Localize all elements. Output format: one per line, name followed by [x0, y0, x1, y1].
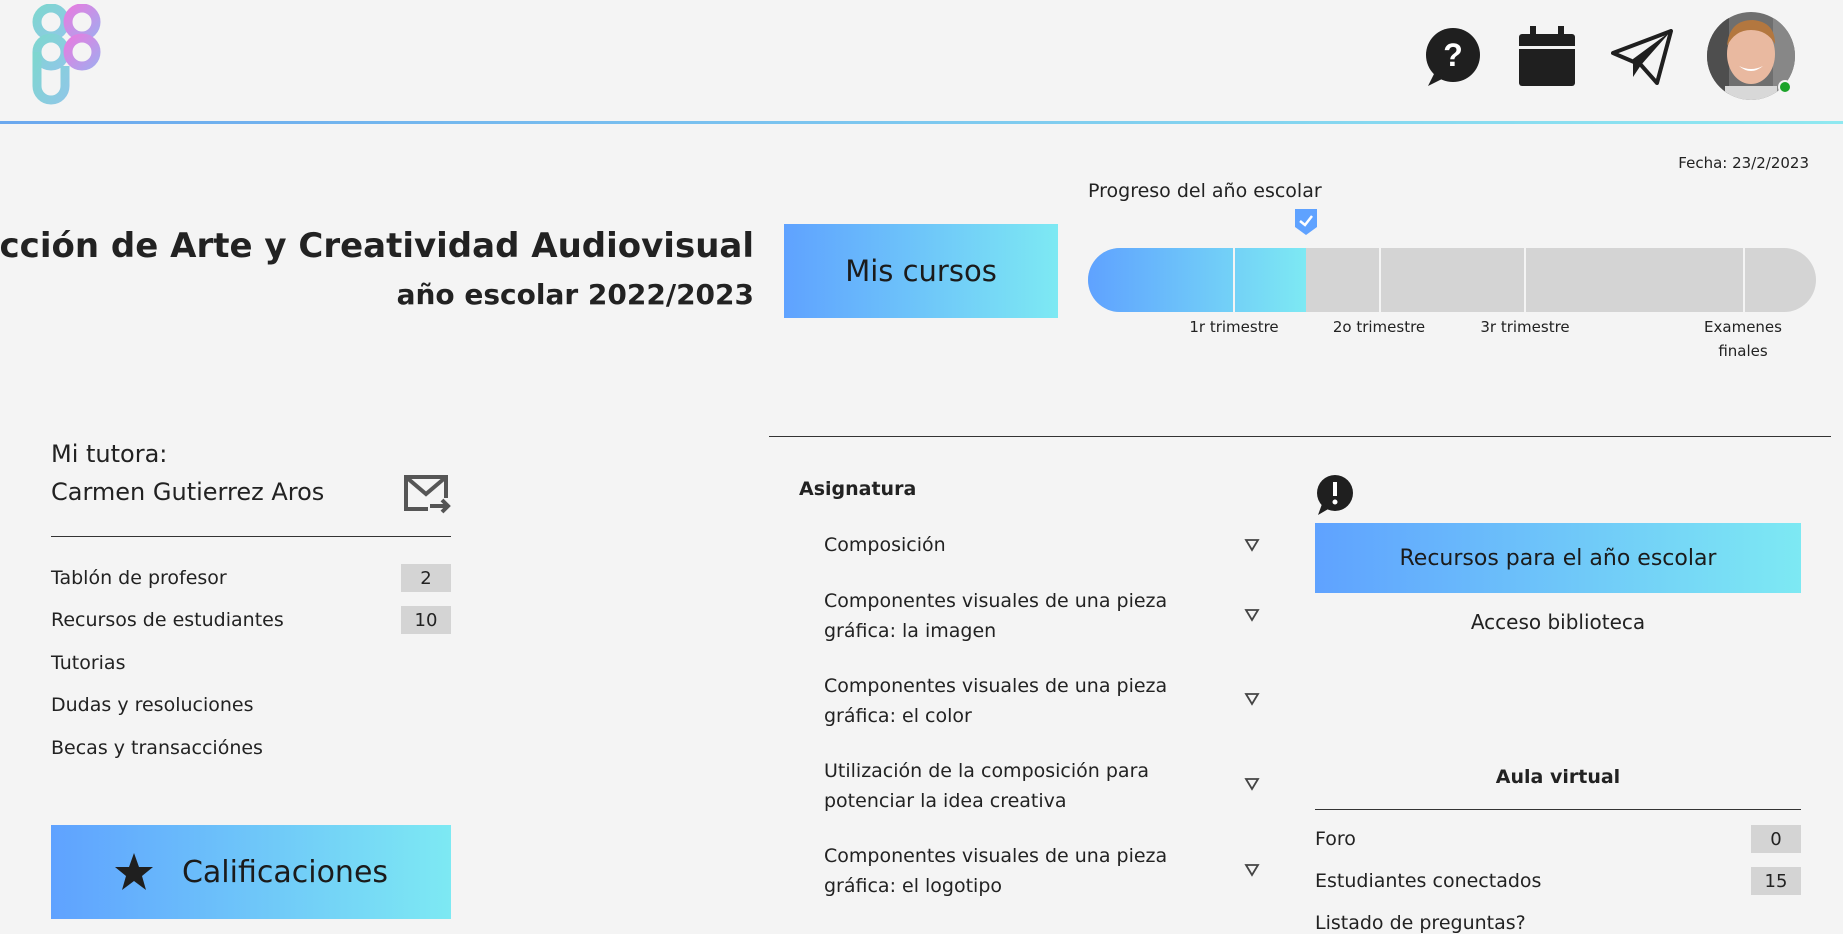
- tick-3r-trimestre: 3r trimestre: [1480, 318, 1570, 336]
- tick-examenes-line2: finales: [1718, 342, 1768, 360]
- expand-triangle-icon[interactable]: [1244, 608, 1260, 622]
- tutor-divider: [51, 536, 451, 537]
- expand-triangle-icon[interactable]: [1244, 777, 1260, 791]
- expand-triangle-icon[interactable]: [1244, 863, 1260, 877]
- calificaciones-label: Calificaciones: [181, 854, 389, 890]
- tutor-heading: Mi tutora:: [51, 440, 168, 468]
- progress-divider: [1743, 248, 1745, 312]
- online-status-indicator: [1778, 80, 1792, 94]
- estudiantes-count-badge: 15: [1751, 867, 1801, 895]
- asignatura-item[interactable]: Utilización de la composición para poten…: [824, 756, 1244, 816]
- tick-2o-trimestre: 2o trimestre: [1332, 318, 1426, 336]
- mis-cursos-label: Mis cursos: [845, 254, 997, 288]
- content-divider: [769, 436, 1831, 437]
- progress-divider: [1379, 248, 1381, 312]
- svg-text:?: ?: [1443, 37, 1463, 73]
- tick-examenes-line1: Examenes: [1704, 318, 1782, 336]
- foro-count-badge: 0: [1751, 825, 1801, 853]
- asignatura-item[interactable]: Composición: [824, 530, 1244, 560]
- asignatura-item-line2: gráfica: la imagen: [824, 620, 997, 642]
- asignatura-item-line1: Componentes visuales de una pieza: [824, 590, 1168, 612]
- expand-triangle-icon[interactable]: [1244, 538, 1260, 552]
- star-icon: [114, 853, 153, 890]
- asignatura-item[interactable]: Componentes visuales de una pieza gráfic…: [824, 671, 1244, 731]
- calificaciones-button[interactable]: Calificaciones: [51, 825, 451, 919]
- aula-virtual-heading: Aula virtual: [1495, 766, 1621, 788]
- mis-cursos-button[interactable]: Mis cursos: [784, 224, 1058, 318]
- asignatura-item[interactable]: Componentes visuales de una pieza gráfic…: [824, 586, 1244, 646]
- asignatura-heading: Asignatura: [799, 478, 917, 500]
- foro-link[interactable]: Foro: [1315, 828, 1356, 850]
- estudiantes-conectados-link[interactable]: Estudiantes conectados: [1315, 870, 1541, 892]
- tick-1r-trimestre: 1r trimestre: [1189, 318, 1279, 336]
- header-divider: [0, 121, 1843, 124]
- school-year-subtitle: año escolar 2022/2023: [396, 278, 754, 311]
- becas-transacciones-link[interactable]: Becas y transacciónes: [51, 737, 263, 759]
- paper-plane-icon[interactable]: [1609, 24, 1675, 90]
- acceso-biblioteca-link[interactable]: Acceso biblioteca: [1315, 610, 1801, 634]
- calendar-icon[interactable]: [1514, 24, 1580, 90]
- aula-divider: [1315, 809, 1801, 810]
- asignatura-item-line2: gráfica: el logotipo: [824, 875, 1003, 897]
- progress-fill: [1088, 248, 1307, 312]
- asignatura-item-line1: Composición: [824, 534, 946, 556]
- tablon-count-badge: 2: [401, 564, 451, 592]
- progress-divider: [1233, 248, 1235, 312]
- year-progress-bar: [1088, 248, 1816, 312]
- tutorias-link[interactable]: Tutorias: [51, 652, 125, 674]
- asignatura-item-line2: gráfica: el color: [824, 705, 972, 727]
- top-header: ?: [0, 0, 1843, 124]
- course-title: Dirección de Arte y Creatividad Audiovis…: [0, 226, 754, 266]
- current-date: Fecha: 23/2/2023: [1678, 154, 1809, 172]
- expand-triangle-icon[interactable]: [1244, 692, 1260, 706]
- progress-label: Progreso del año escolar: [1088, 180, 1322, 202]
- asignatura-item-line2: potenciar la idea creativa: [824, 790, 1067, 812]
- recursos-estudiantes-link[interactable]: Recursos de estudiantes: [51, 609, 284, 631]
- progress-divider: [1524, 248, 1526, 312]
- recursos-ano-escolar-button[interactable]: Recursos para el año escolar: [1315, 523, 1801, 593]
- asignatura-item-line1: Utilización de la composición para: [824, 760, 1150, 782]
- tutor-name: Carmen Gutierrez Aros: [51, 478, 325, 506]
- tablon-profesor-link[interactable]: Tablón de profesor: [51, 567, 227, 589]
- progress-marker-icon: [1295, 209, 1317, 235]
- asignatura-item-line1: Componentes visuales de una pieza: [824, 675, 1168, 697]
- asignatura-item[interactable]: Componentes visuales de una pieza gráfic…: [824, 841, 1244, 901]
- dudas-resoluciones-link[interactable]: Dudas y resoluciones: [51, 694, 254, 716]
- app-logo[interactable]: [32, 4, 110, 112]
- listado-preguntas-link[interactable]: Listado de preguntas?: [1315, 912, 1526, 934]
- recursos-button-label: Recursos para el año escolar: [1399, 545, 1717, 571]
- help-bubble-icon[interactable]: ?: [1420, 24, 1486, 90]
- recursos-count-badge: 10: [401, 606, 451, 634]
- mail-forward-icon[interactable]: [404, 474, 452, 514]
- alert-bubble-icon[interactable]: [1314, 474, 1356, 516]
- tick-examenes-finales: Examenes finales: [1704, 315, 1782, 363]
- asignatura-item-line1: Componentes visuales de una pieza: [824, 845, 1168, 867]
